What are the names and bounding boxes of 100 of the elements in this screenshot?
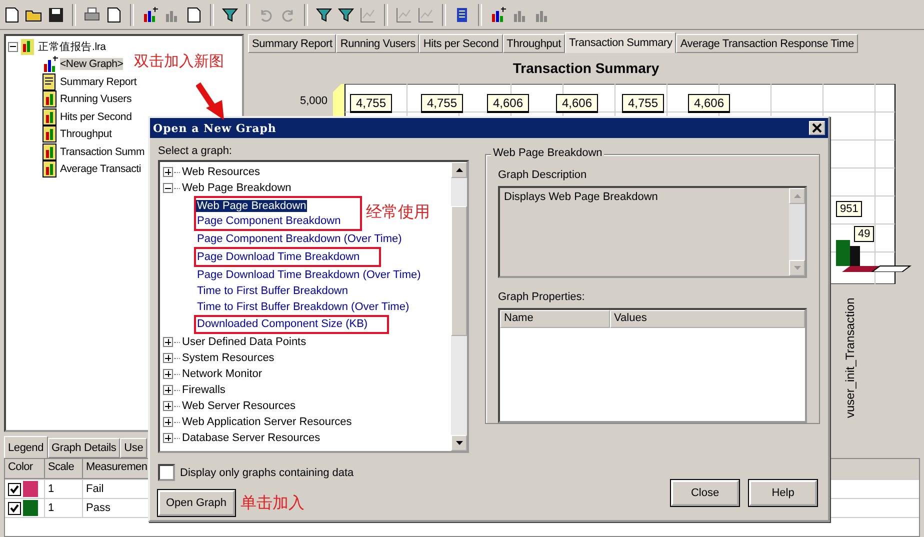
add-chart-icon[interactable] xyxy=(489,6,507,24)
data-label: 4,606 xyxy=(688,94,730,113)
tree-item[interactable]: User Defined Data Points xyxy=(181,336,308,348)
tree-item[interactable]: Downloaded Component Size (KB) xyxy=(196,318,369,330)
scrollbar[interactable] xyxy=(451,162,467,451)
expand-icon[interactable] xyxy=(163,167,173,177)
collapse-icon[interactable] xyxy=(163,183,173,193)
checkbox[interactable] xyxy=(8,502,21,514)
tree-item[interactable]: Time to First Buffer Breakdown xyxy=(196,284,349,296)
page-icon[interactable] xyxy=(3,6,21,24)
tree-item[interactable]: Page Component Breakdown (Over Time) xyxy=(196,233,403,245)
tree-item[interactable]: Running Vusers xyxy=(60,93,132,106)
graph-tab[interactable]: Average Transaction Response Time xyxy=(676,34,858,53)
data-label: 951 xyxy=(836,201,862,217)
data-label: 4,755 xyxy=(421,94,464,113)
close-button[interactable] xyxy=(809,121,825,135)
filter-icon[interactable] xyxy=(337,6,355,24)
tree-item[interactable]: System Resources xyxy=(181,352,276,364)
field-label: Graph Properties: xyxy=(498,290,586,305)
tree-item[interactable]: Average Transacti xyxy=(60,163,142,176)
add-chart-icon xyxy=(42,55,58,74)
printer-icon[interactable] xyxy=(83,6,101,24)
field-label: Graph Description xyxy=(498,168,588,183)
table-cell: 1 xyxy=(45,499,83,517)
tree-item[interactable]: Page Download Time Breakdown xyxy=(196,250,361,263)
expand-icon[interactable] xyxy=(163,385,173,395)
expand-icon[interactable] xyxy=(163,369,173,379)
tree-item[interactable]: Web Resources xyxy=(181,166,262,178)
filter-icon[interactable] xyxy=(221,6,239,24)
page-icon[interactable] xyxy=(105,6,123,24)
column-header[interactable]: Name xyxy=(500,310,610,328)
table-cell: 1 xyxy=(45,480,83,498)
data-label: 49 xyxy=(854,226,874,242)
tree-item[interactable]: Web Page Breakdown xyxy=(181,182,292,194)
line-chart-icon[interactable] xyxy=(417,6,435,24)
annotation-text: 双击加入新图 xyxy=(134,52,224,71)
tree-item[interactable]: Firewalls xyxy=(181,384,226,396)
annotation-arrow xyxy=(196,82,226,122)
column-header[interactable]: Scale xyxy=(45,459,83,479)
category-label: vuser_init_Transaction xyxy=(842,296,858,420)
graph-tab[interactable]: Hits per Second xyxy=(419,34,503,53)
page-icon[interactable] xyxy=(185,6,203,24)
tree-item[interactable]: Throughput xyxy=(60,128,112,140)
expand-icon[interactable] xyxy=(163,417,173,427)
checkbox[interactable] xyxy=(158,464,175,481)
data-label: 4,755 xyxy=(350,94,392,113)
tree-item[interactable]: 正常值报告.lra xyxy=(38,40,106,54)
add-chart-icon[interactable] xyxy=(141,6,159,24)
tree-item[interactable]: Web Page Breakdown xyxy=(196,200,308,212)
expand-icon[interactable] xyxy=(163,337,173,347)
report-page-icon xyxy=(42,72,58,91)
description-text: Displays Web Page Breakdown xyxy=(503,190,659,205)
tree-item[interactable]: Network Monitor xyxy=(181,368,264,380)
data-label: 4,606 xyxy=(556,94,598,113)
expand-icon[interactable] xyxy=(163,353,173,363)
chart-page-icon xyxy=(42,90,58,108)
column-header[interactable]: Values xyxy=(610,310,805,328)
group-title: Web Page Breakdown xyxy=(491,147,604,159)
tree-item[interactable]: Hits per Second xyxy=(60,110,132,123)
tree-item[interactable]: Time to First Buffer Breakdown (Over Time) xyxy=(196,300,410,312)
chart-page-icon xyxy=(42,160,58,178)
panel-tab[interactable]: Legend xyxy=(4,436,48,458)
chart-page-icon xyxy=(42,108,58,126)
chart-title: Transaction Summary xyxy=(512,59,660,76)
column-header[interactable]: Color xyxy=(5,459,45,479)
help-button[interactable]: Help xyxy=(749,480,817,506)
line-chart-icon[interactable] xyxy=(395,6,413,24)
tree-item[interactable]: Database Server Resources xyxy=(181,432,322,444)
checkbox-label: Display only graphs containing data xyxy=(180,466,354,478)
scroll-up-icon[interactable] xyxy=(451,162,467,178)
field-label: Select a graph: xyxy=(158,144,233,159)
checkbox[interactable] xyxy=(8,482,21,496)
tree-item[interactable]: <New Graph> xyxy=(60,58,124,70)
panel-tab[interactable]: Graph Details xyxy=(48,438,120,458)
scroll-down-icon[interactable] xyxy=(451,435,467,451)
collapse-icon[interactable] xyxy=(8,42,18,52)
report-file-icon xyxy=(20,38,36,56)
chart-page-icon xyxy=(42,142,58,161)
graph-tab[interactable]: Transaction Summary xyxy=(564,32,676,53)
close-button[interactable]: Close xyxy=(671,480,739,506)
graph-tab[interactable]: Throughput xyxy=(502,34,565,53)
graph-tab[interactable]: Running Vusers xyxy=(336,34,420,53)
tree-item[interactable]: Page Download Time Breakdown (Over Time) xyxy=(196,268,422,280)
axis-tick-label: 5,000 xyxy=(300,95,328,107)
data-label: 4,606 xyxy=(487,94,530,113)
close-icon xyxy=(812,123,822,133)
dialog-title: Open a New Graph xyxy=(153,122,276,134)
tree-item[interactable]: Transaction Summ xyxy=(60,146,145,158)
panel-tab[interactable]: Use xyxy=(120,438,148,458)
open-graph-button[interactable]: Open Graph xyxy=(158,490,235,516)
graph-tab[interactable]: Summary Report xyxy=(248,34,336,53)
tree-item[interactable]: Web Server Resources xyxy=(181,400,297,412)
expand-icon[interactable] xyxy=(163,401,173,411)
tree-item[interactable]: Web Application Server Resources xyxy=(181,416,353,428)
expand-icon[interactable] xyxy=(163,433,173,443)
chart-page-icon xyxy=(42,125,58,144)
tree-item[interactable]: Summary Report xyxy=(60,76,137,88)
filter-icon[interactable] xyxy=(315,6,333,24)
data-label: 4,755 xyxy=(622,94,664,113)
tree-item[interactable]: Page Component Breakdown xyxy=(196,215,342,228)
